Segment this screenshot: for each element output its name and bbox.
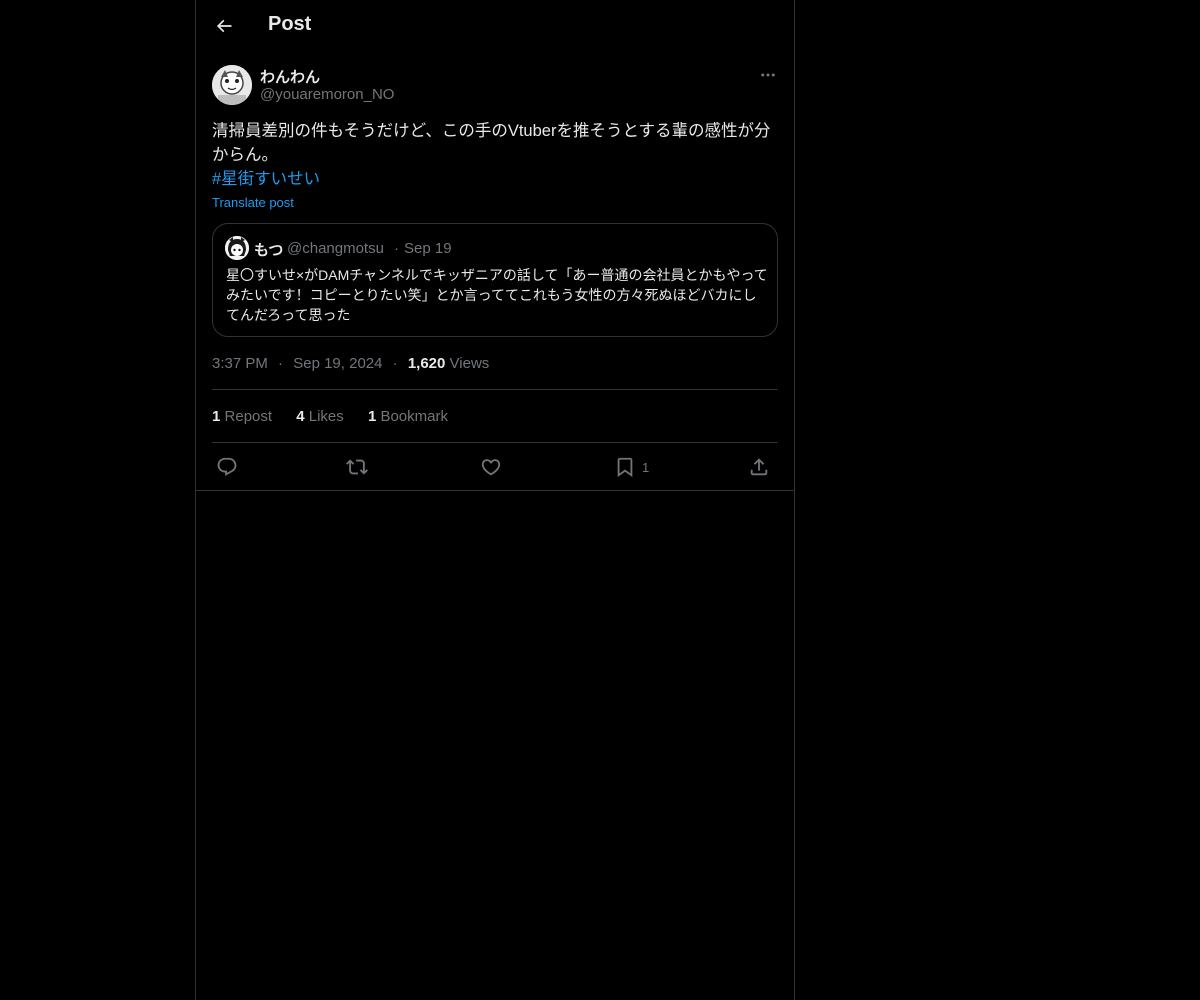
- reply-icon: [217, 457, 237, 476]
- like-button[interactable]: [480, 454, 502, 480]
- meta-separator: ·: [392, 355, 398, 372]
- meta-separator: ·: [278, 355, 284, 372]
- post-stats: 1 Repost 4 Likes 1 Bookmark: [212, 408, 468, 425]
- action-bar: 1: [212, 454, 778, 480]
- quote-avatar[interactable]: [225, 236, 249, 260]
- avatar[interactable]: [212, 65, 252, 105]
- reposts-stat[interactable]: 1 Repost: [212, 408, 272, 425]
- bookmarks-count: 1: [367, 408, 377, 425]
- reposts-count: 1: [212, 408, 221, 425]
- more-icon: [761, 73, 775, 77]
- display-name[interactable]: わんわん: [260, 66, 320, 87]
- divider: [212, 442, 778, 443]
- user-handle[interactable]: @youaremoron_NO: [260, 86, 394, 103]
- reply-button[interactable]: [216, 454, 238, 480]
- quote-display-name: もつ: [254, 242, 284, 259]
- quoted-post[interactable]: もつ @changmotsu · Sep 19 星〇すいせ×がDAMチャンネルで…: [212, 223, 778, 337]
- quote-handle: @changmotsu: [287, 240, 384, 257]
- hashtag-link[interactable]: #星街すいせい: [212, 167, 320, 191]
- top-bar: Post: [196, 0, 794, 53]
- back-button[interactable]: [208, 10, 240, 42]
- post-column: Post わんわん @youaremoron_NO 清掃員差別の件もそうだけど、…: [195, 0, 795, 1000]
- views-label: Views: [449, 355, 490, 372]
- page-title: Post: [268, 13, 312, 35]
- divider: [196, 490, 794, 491]
- post-author: わんわん @youaremoron_NO: [212, 65, 778, 107]
- divider: [212, 389, 778, 390]
- share-button[interactable]: [748, 454, 770, 480]
- reposts-label: Repost: [224, 408, 273, 425]
- bookmark-button[interactable]: 1: [614, 454, 649, 480]
- post-date[interactable]: Sep 19, 2024: [293, 355, 382, 372]
- bookmarks-stat[interactable]: 1 Bookmark: [368, 408, 448, 425]
- quote-date: Sep 19: [404, 240, 452, 257]
- likes-count: 4: [296, 408, 305, 425]
- post-time[interactable]: 3:37 PM: [212, 355, 268, 372]
- quote-separator: ·: [394, 240, 399, 257]
- post-text: 清掃員差別の件もそうだけど、この手のVtuberを推そうとする輩の感性が分からん…: [212, 122, 771, 164]
- share-icon: [750, 458, 768, 476]
- likes-stat[interactable]: 4 Likes: [296, 408, 344, 425]
- translate-post-link[interactable]: Translate post: [212, 195, 294, 210]
- repost-button[interactable]: [346, 454, 368, 480]
- like-icon: [481, 459, 501, 476]
- views-count: 1,620: [407, 355, 446, 372]
- post-meta: 3:37 PM · Sep 19, 2024 · 1,620 Views: [212, 355, 489, 372]
- repost-icon: [346, 459, 368, 475]
- bookmark-icon: [617, 457, 633, 478]
- back-arrow-icon: [216, 19, 232, 33]
- bookmark-count: 1: [642, 459, 650, 475]
- likes-label: Likes: [308, 408, 344, 425]
- quote-text: 星〇すいせ×がDAMチャンネルでキッザニアの話して「あー普通の会社員とかもやって…: [226, 267, 768, 323]
- more-button[interactable]: [758, 65, 778, 85]
- bookmarks-label: Bookmark: [380, 408, 448, 425]
